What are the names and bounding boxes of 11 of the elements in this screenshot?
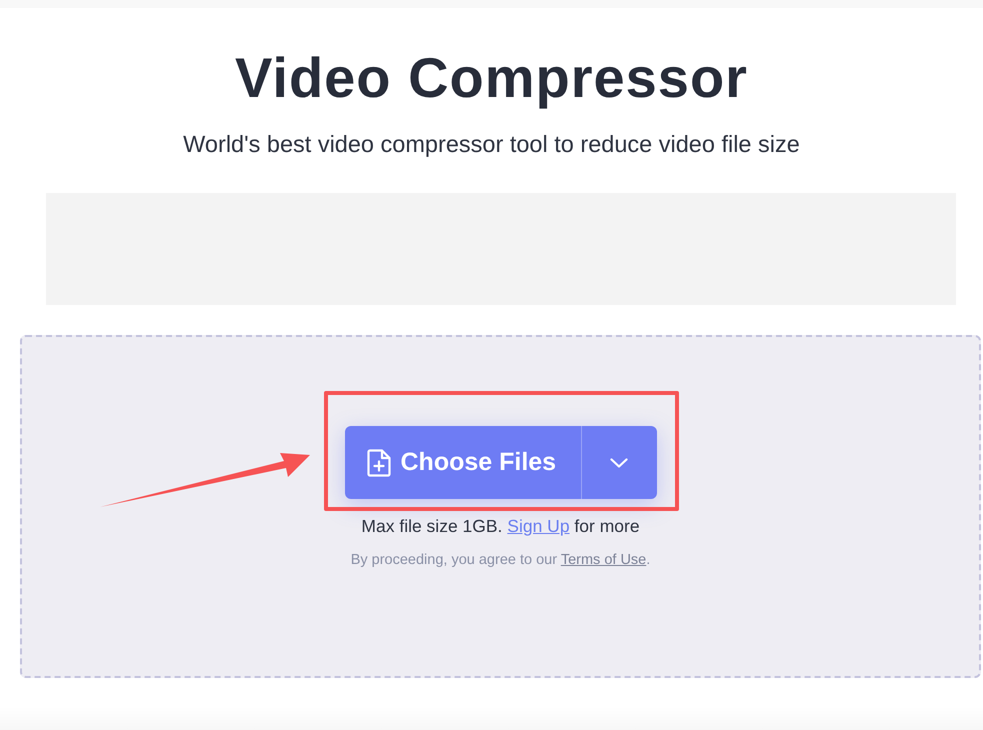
drop-zone[interactable]: Choose Files Max file size 1GB. Sign Up for more By proceeding, you agree to our Terms of Use. — [20, 335, 981, 678]
choose-files-button[interactable]: Choose Files — [344, 426, 582, 499]
terms-note: By proceeding, you agree to our Terms of Use. — [350, 551, 650, 570]
terms-link[interactable]: Terms of Use — [560, 552, 646, 568]
page-subtitle: World's best video compressor tool to reduce video file size — [182, 130, 801, 159]
sign-up-link[interactable]: Sign Up — [507, 516, 570, 536]
page-title: Video Compressor — [234, 45, 749, 111]
chevron-down-icon — [610, 458, 628, 468]
dropdown-button[interactable] — [582, 426, 656, 499]
file-plus-icon — [366, 448, 390, 476]
file-size-note: Max file size 1GB. Sign Up for more — [361, 515, 640, 538]
